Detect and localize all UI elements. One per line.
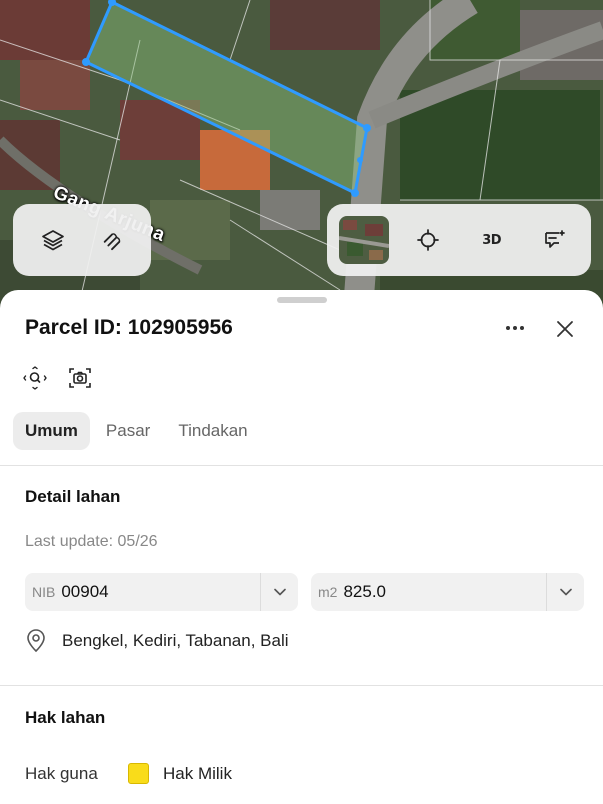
drag-handle[interactable] — [277, 297, 327, 303]
area-value: 825.0 — [343, 582, 386, 601]
area-select[interactable]: m2 825.0 — [311, 573, 584, 611]
3d-toggle-button[interactable]: 3D — [468, 216, 516, 264]
page-title: Parcel ID: 102905956 — [25, 316, 233, 339]
area-dropdown-toggle[interactable] — [546, 573, 584, 611]
locate-button[interactable] — [404, 216, 452, 264]
layers-icon — [41, 230, 64, 251]
section-heading-detail: Detail lahan — [25, 487, 121, 506]
section-heading-rights: Hak lahan — [25, 708, 106, 727]
feedback-button[interactable] — [531, 216, 579, 264]
last-update-text: Last update: 05/26 — [25, 533, 158, 550]
zoom-to-parcel-button[interactable] — [21, 364, 49, 392]
rights-color-swatch — [128, 763, 149, 784]
map-tools-panel — [13, 204, 151, 276]
address-text: Bengkel, Kediri, Tabanan, Bali — [62, 631, 289, 650]
location-pin-icon — [27, 629, 45, 653]
more-horizontal-icon — [506, 326, 524, 330]
feedback-icon — [545, 230, 565, 248]
3d-label: 3D — [482, 232, 502, 248]
screenshot-button[interactable] — [66, 364, 94, 392]
divider — [0, 685, 603, 686]
close-icon — [557, 321, 573, 337]
address-row: Bengkel, Kediri, Tabanan, Bali — [25, 629, 289, 653]
draw-button[interactable] — [88, 216, 136, 264]
map-view[interactable]: Gang Arjuna — [0, 0, 603, 310]
chevron-down-icon — [559, 588, 572, 596]
tab-pasar[interactable]: Pasar — [94, 412, 162, 450]
close-button[interactable] — [550, 314, 580, 344]
draw-line-icon — [103, 233, 120, 251]
tab-tindakan[interactable]: Tindakan — [166, 412, 259, 450]
rights-label: Hak guna — [25, 764, 98, 783]
satellite-thumbnail-icon — [339, 216, 389, 264]
zoom-fit-icon — [23, 366, 47, 390]
divider — [0, 465, 603, 466]
map-view-panel: 3D — [327, 204, 591, 276]
nib-select[interactable]: NIB 00904 — [25, 573, 298, 611]
basemap-thumbnail[interactable] — [339, 216, 389, 264]
locate-icon — [417, 229, 440, 251]
nib-prefix: NIB — [32, 584, 56, 600]
nib-value: 00904 — [61, 582, 109, 601]
rights-value: Hak Milik — [163, 764, 232, 783]
area-prefix: m2 — [318, 584, 338, 600]
more-options-button[interactable] — [500, 314, 530, 342]
tab-bar: Umum Pasar Tindakan — [13, 412, 260, 450]
parcel-detail-sheet: Parcel ID: 102905956 Umum Pasar Tindakan… — [0, 290, 603, 804]
tab-umum[interactable]: Umum — [13, 412, 90, 450]
nib-dropdown-toggle[interactable] — [260, 573, 298, 611]
layers-button[interactable] — [29, 216, 77, 264]
chevron-down-icon — [273, 588, 286, 596]
camera-scan-icon — [69, 368, 91, 388]
